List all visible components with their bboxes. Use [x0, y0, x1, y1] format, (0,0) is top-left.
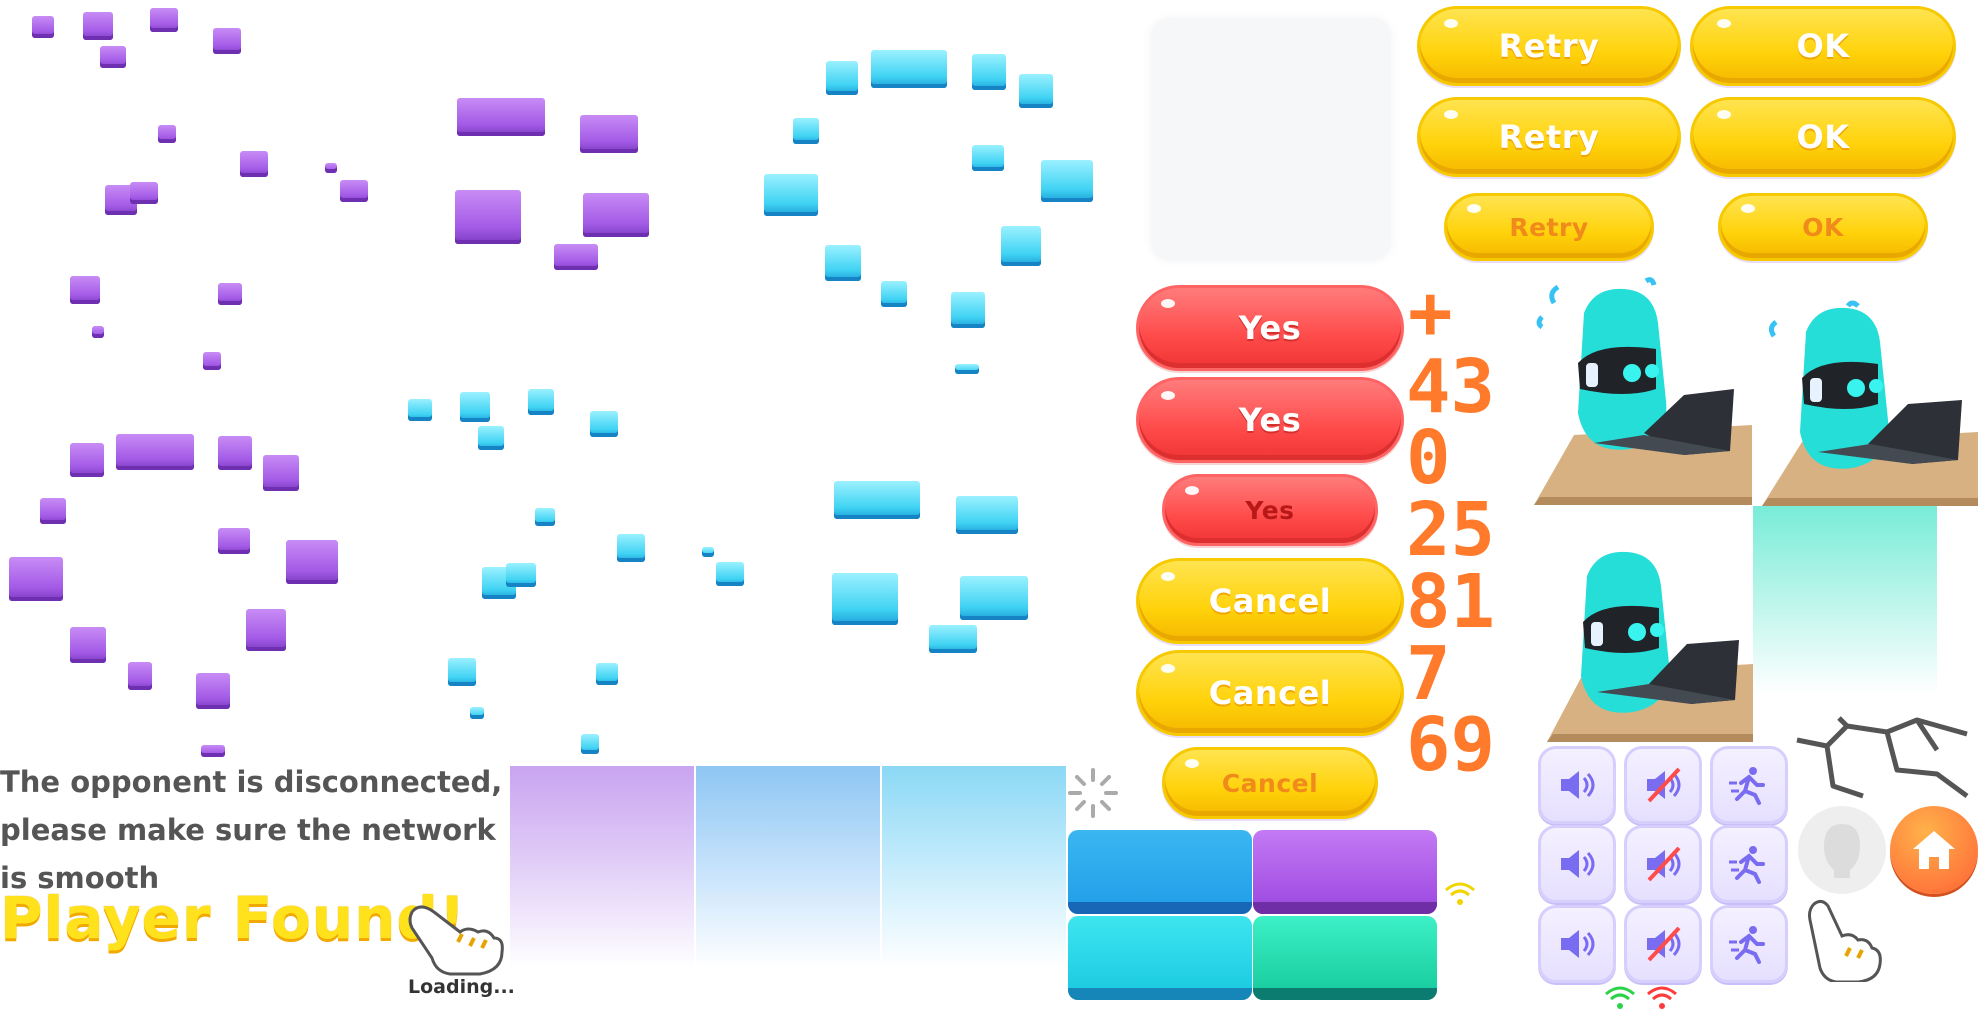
running-exit-icon: [1729, 846, 1765, 884]
shine-icon: [1161, 572, 1175, 581]
retry-button-disabled[interactable]: Retry: [1444, 193, 1654, 261]
retry-label: Retry: [1498, 27, 1600, 65]
robot-at-laptop-character: [1547, 551, 1753, 742]
shine-icon: [1717, 110, 1731, 119]
shine-icon: [1161, 391, 1175, 400]
shine-icon: [1717, 19, 1731, 28]
exit-button-pressed[interactable]: [1710, 905, 1788, 983]
pointing-hand-icon: [408, 905, 504, 976]
robot-at-laptop-character: [1762, 300, 1978, 506]
cancel-button-pressed[interactable]: Cancel: [1136, 650, 1404, 736]
disconnect-message: The opponent is disconnected, please mak…: [0, 765, 503, 895]
blank-panel: [1151, 18, 1391, 260]
ok-button-pressed[interactable]: OK: [1690, 97, 1956, 177]
shine-icon: [1444, 19, 1458, 28]
retry-button[interactable]: Retry: [1417, 6, 1681, 86]
avatar-silhouette-icon: [1824, 824, 1860, 878]
ok-button-disabled[interactable]: OK: [1718, 193, 1928, 261]
digit-7: 7: [1406, 631, 1451, 717]
loading-label: Loading...: [408, 976, 515, 998]
green-tile: [1253, 916, 1437, 1000]
yes-button[interactable]: Yes: [1136, 285, 1404, 371]
avatar: [1798, 806, 1886, 894]
sound-off-button-hover[interactable]: [1624, 825, 1702, 903]
purple-tile: [1253, 830, 1437, 914]
loading-spinner-icon: [1068, 768, 1118, 818]
cyan-tile: [1068, 916, 1252, 1000]
digit-43: 43: [1406, 344, 1496, 430]
shine-icon: [1161, 299, 1175, 308]
speaker-muted-icon: [1647, 926, 1681, 962]
cancel-label: Cancel: [1221, 768, 1319, 798]
cancel-button[interactable]: Cancel: [1136, 558, 1404, 644]
sound-on-button[interactable]: [1538, 746, 1616, 824]
sound-on-button-pressed[interactable]: [1538, 905, 1616, 983]
home-icon: [1913, 831, 1955, 869]
exit-button-hover[interactable]: [1710, 825, 1788, 903]
yes-label: Yes: [1245, 495, 1295, 525]
mint-gradient-panel: [1753, 506, 1937, 694]
yes-button-pressed[interactable]: Yes: [1136, 377, 1404, 463]
sound-off-button[interactable]: [1624, 746, 1702, 824]
shine-icon: [1467, 204, 1481, 213]
sound-off-button-pressed[interactable]: [1624, 905, 1702, 983]
pointing-hand-icon: [1808, 899, 1882, 982]
digit-plus: +: [1408, 270, 1453, 356]
speaker-icon: [1561, 850, 1595, 878]
shine-icon: [1741, 204, 1755, 213]
cancel-label: Cancel: [1208, 582, 1332, 620]
speaker-icon: [1561, 930, 1595, 958]
home-button[interactable]: [1890, 806, 1978, 894]
player-found-title: Player Found!: [0, 884, 467, 952]
wifi-icon: [1647, 986, 1677, 1009]
blue-gradient-panel: [696, 766, 880, 968]
digit-69: 69: [1406, 702, 1496, 788]
yes-label: Yes: [1238, 309, 1302, 347]
exit-button[interactable]: [1710, 746, 1788, 824]
ok-label: OK: [1796, 118, 1850, 156]
cyan-gradient-panel: [882, 766, 1066, 968]
blue-tile: [1068, 830, 1252, 914]
retry-label: Retry: [1509, 212, 1589, 242]
running-exit-icon: [1729, 767, 1765, 805]
running-exit-icon: [1729, 926, 1765, 964]
robot-at-laptop-character: [1534, 277, 1752, 505]
retry-label: Retry: [1498, 118, 1600, 156]
ok-label: OK: [1802, 212, 1844, 242]
wifi-icon: [1605, 986, 1635, 1009]
digit-81: 81: [1406, 559, 1496, 645]
wifi-icon: [1445, 882, 1475, 905]
cancel-label: Cancel: [1208, 674, 1332, 712]
shine-icon: [1185, 759, 1199, 768]
digit-0: 0: [1406, 415, 1451, 501]
purple-gradient-panel: [510, 766, 694, 968]
yes-button-disabled[interactable]: Yes: [1162, 474, 1378, 546]
speaker-muted-icon: [1647, 767, 1681, 803]
cancel-button-disabled[interactable]: Cancel: [1162, 747, 1378, 819]
shine-icon: [1444, 110, 1458, 119]
speaker-muted-icon: [1647, 846, 1681, 882]
shine-icon: [1185, 486, 1199, 495]
retry-button-pressed[interactable]: Retry: [1417, 97, 1681, 177]
speaker-icon: [1561, 771, 1595, 799]
shine-icon: [1161, 664, 1175, 673]
ok-button[interactable]: OK: [1690, 6, 1956, 86]
digit-25: 25: [1406, 487, 1496, 573]
crack-effect: [1796, 716, 1969, 799]
ok-label: OK: [1796, 27, 1850, 65]
sound-on-button-hover[interactable]: [1538, 825, 1616, 903]
yes-label: Yes: [1238, 401, 1302, 439]
